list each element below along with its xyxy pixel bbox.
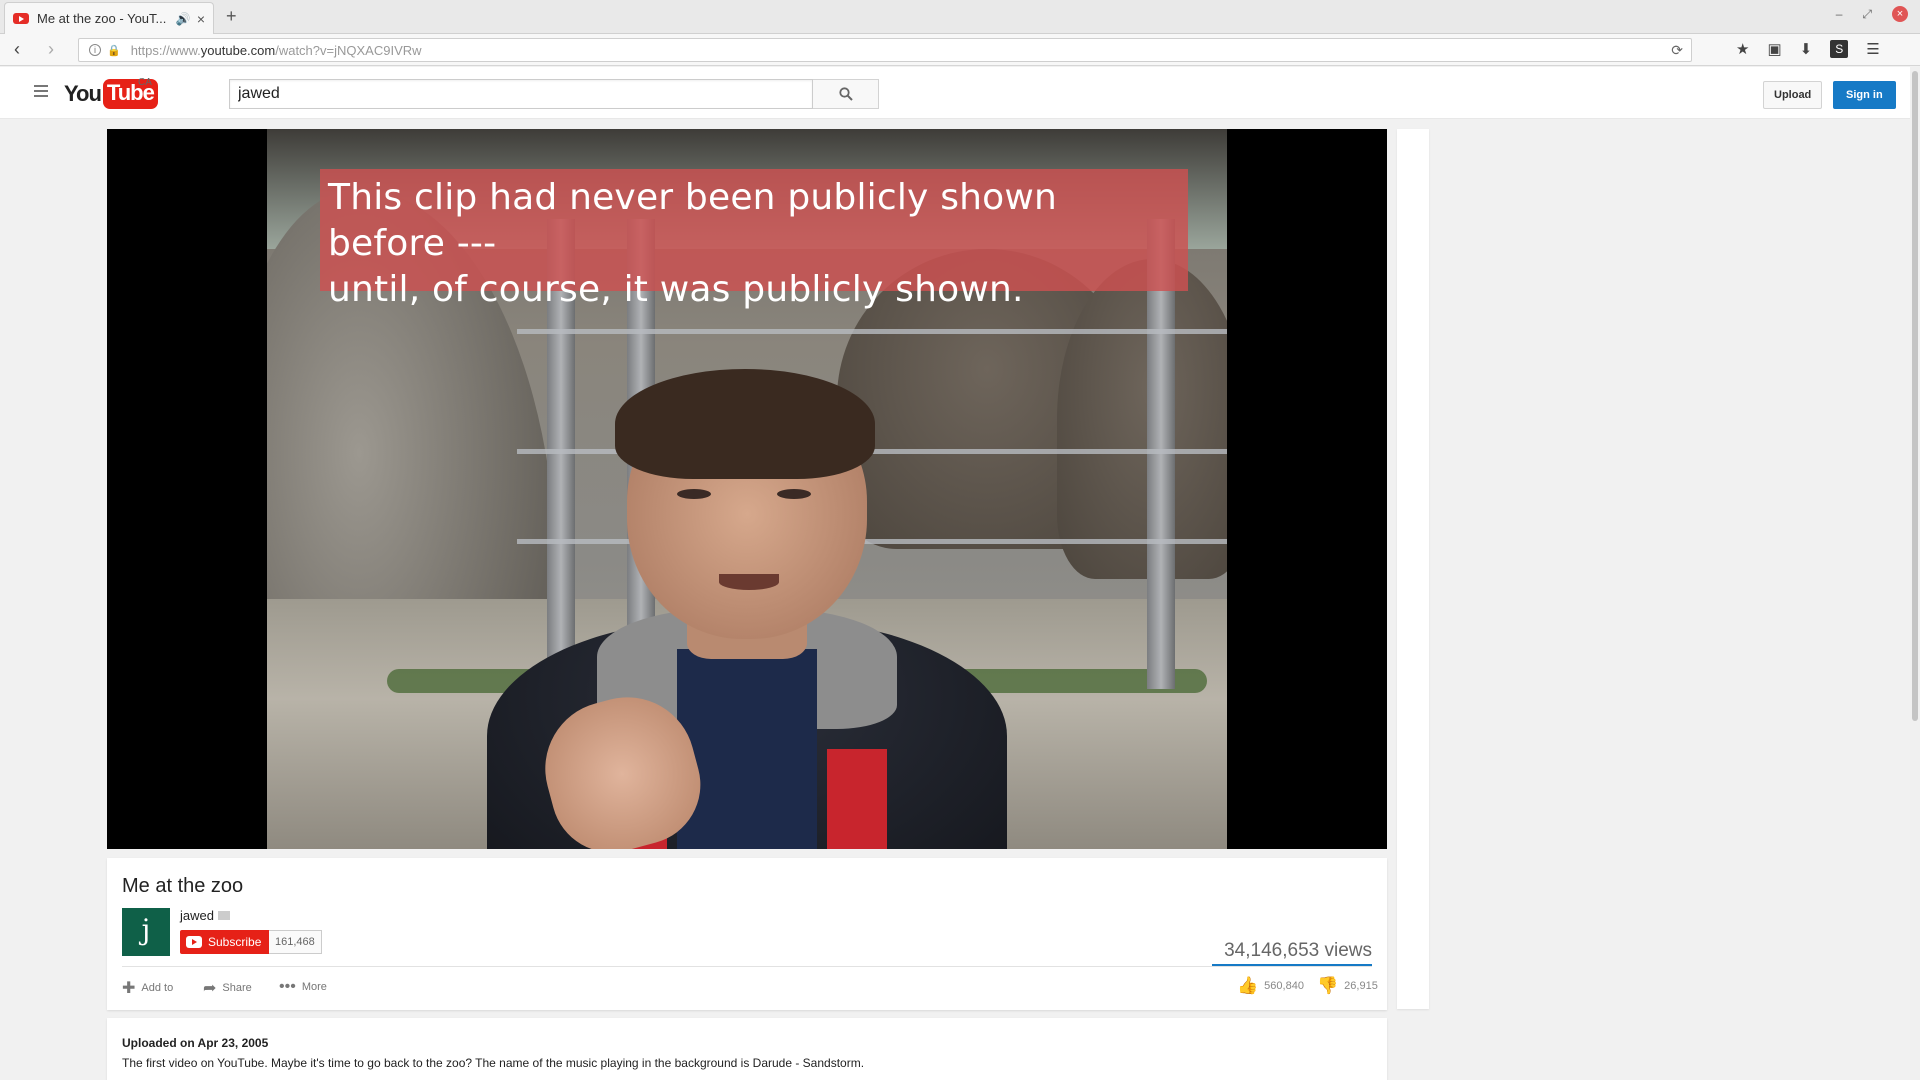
browser-tab-bar: Me at the zoo - YouT... 🔊 × + – ⤢ × <box>0 0 1920 34</box>
url-path: /watch?v=jNQXAC9IVRw <box>275 42 422 58</box>
youtube-masthead: You Tube CA Upload Sign in <box>0 67 1910 119</box>
channel-avatar[interactable]: j <box>122 908 170 956</box>
bookmark-star-icon[interactable]: ★ <box>1736 40 1749 58</box>
url-host: youtube.com <box>200 42 276 58</box>
sidebar-panel <box>1397 129 1429 1009</box>
more-button[interactable]: ••• More <box>279 978 327 996</box>
channel-name[interactable]: jawed <box>180 908 214 923</box>
pocket-icon[interactable]: ▣ <box>1767 40 1781 58</box>
view-count: 34,146,653 views <box>1224 940 1372 961</box>
sign-in-button[interactable]: Sign in <box>1833 81 1896 109</box>
youtube-logo[interactable]: You Tube CA <box>64 77 158 109</box>
forward-arrow-icon[interactable]: › <box>48 40 54 58</box>
browser-toolbar-icons: ★ ▣ ⬇ S ☰ <box>1736 40 1880 58</box>
address-bar[interactable]: i 🔒 https://www. youtube.com/watch?v=jNQX… <box>78 38 1692 62</box>
video-annotation-caption: This clip had never been publicly shown … <box>320 169 1188 310</box>
more-label: More <box>301 981 327 993</box>
lock-icon: 🔒 <box>107 44 121 57</box>
add-to-button[interactable]: ✚ Add to <box>122 978 173 998</box>
subscribe-label: Subscribe <box>208 935 262 949</box>
dislike-count: 26,915 <box>1344 980 1378 992</box>
logo-you: You <box>64 81 102 106</box>
video-info-card: Me at the zoo j jawed Subscribe 161,468 … <box>107 858 1387 1010</box>
window-close-icon[interactable]: × <box>1892 6 1908 22</box>
person-figure <box>487 329 1007 849</box>
back-arrow-icon[interactable]: ‹ <box>14 40 20 58</box>
channel-name-row: jawed <box>180 908 230 923</box>
description-card: Uploaded on Apr 23, 2005 The first video… <box>107 1018 1387 1080</box>
youtube-favicon-icon <box>13 13 29 24</box>
caption-line-2: until, of course, it was publicly shown. <box>328 269 1024 310</box>
video-player[interactable]: This clip had never been publicly shown … <box>107 129 1387 849</box>
window-controls: – ⤢ × <box>1836 6 1908 22</box>
share-arrow-icon: ➦ <box>203 980 217 997</box>
search-icon <box>838 87 853 101</box>
new-tab-button[interactable]: + <box>226 6 237 27</box>
reload-icon[interactable]: ⟳ <box>1671 42 1683 59</box>
divider <box>122 966 1372 967</box>
video-title: Me at the zoo <box>122 875 244 897</box>
share-label: Share <box>222 982 252 994</box>
description-text: The first video on YouTube. Maybe it's t… <box>122 1056 865 1070</box>
minimize-icon[interactable]: – <box>1836 7 1843 21</box>
upload-date: Uploaded on Apr 23, 2005 <box>122 1036 269 1050</box>
maximize-icon[interactable]: ⤢ <box>1862 7 1872 22</box>
extension-icon[interactable]: S <box>1830 40 1849 58</box>
share-button[interactable]: ➦ Share <box>203 978 252 998</box>
tab-title: Me at the zoo - YouT... <box>37 11 167 26</box>
thumbs-up-icon: 👍 <box>1237 976 1259 995</box>
thumbs-down-icon: 👎 <box>1317 976 1339 995</box>
subscribe-button[interactable]: Subscribe <box>180 930 270 954</box>
like-count: 560,840 <box>1264 980 1304 992</box>
region-label: CA <box>138 77 152 88</box>
more-dots-icon: ••• <box>279 978 296 995</box>
speaker-icon[interactable]: 🔊 <box>176 12 191 26</box>
verified-icon <box>217 911 230 920</box>
search-input[interactable] <box>229 79 813 109</box>
add-to-label: Add to <box>141 982 174 994</box>
dislike-button[interactable]: 👎 26,915 <box>1317 976 1378 996</box>
search-button[interactable] <box>813 79 879 109</box>
download-icon[interactable]: ⬇ <box>1800 40 1813 58</box>
youtube-play-icon <box>186 936 202 948</box>
guide-menu-icon[interactable] <box>34 85 48 100</box>
plus-icon: ✚ <box>122 980 136 997</box>
caption-line-1: This clip had never been publicly shown … <box>328 177 1058 264</box>
browser-tab-active[interactable]: Me at the zoo - YouT... 🔊 × <box>4 2 214 34</box>
browser-nav-bar: ‹ › i 🔒 https://www. youtube.com/watch?v=… <box>0 34 1920 66</box>
url-scheme: https://www. <box>130 42 201 58</box>
upload-button[interactable]: Upload <box>1763 81 1823 109</box>
scrollbar-thumb[interactable] <box>1912 71 1918 721</box>
menu-icon[interactable]: ☰ <box>1866 40 1879 58</box>
site-info-icon[interactable]: i <box>89 44 101 56</box>
page-scrollbar[interactable] <box>1910 67 1920 1080</box>
like-button[interactable]: 👍 560,840 <box>1237 976 1304 996</box>
subscriber-count: 161,468 <box>269 930 322 954</box>
tab-close-icon[interactable]: × <box>197 11 205 27</box>
video-frame[interactable]: This clip had never been publicly shown … <box>267 129 1227 849</box>
